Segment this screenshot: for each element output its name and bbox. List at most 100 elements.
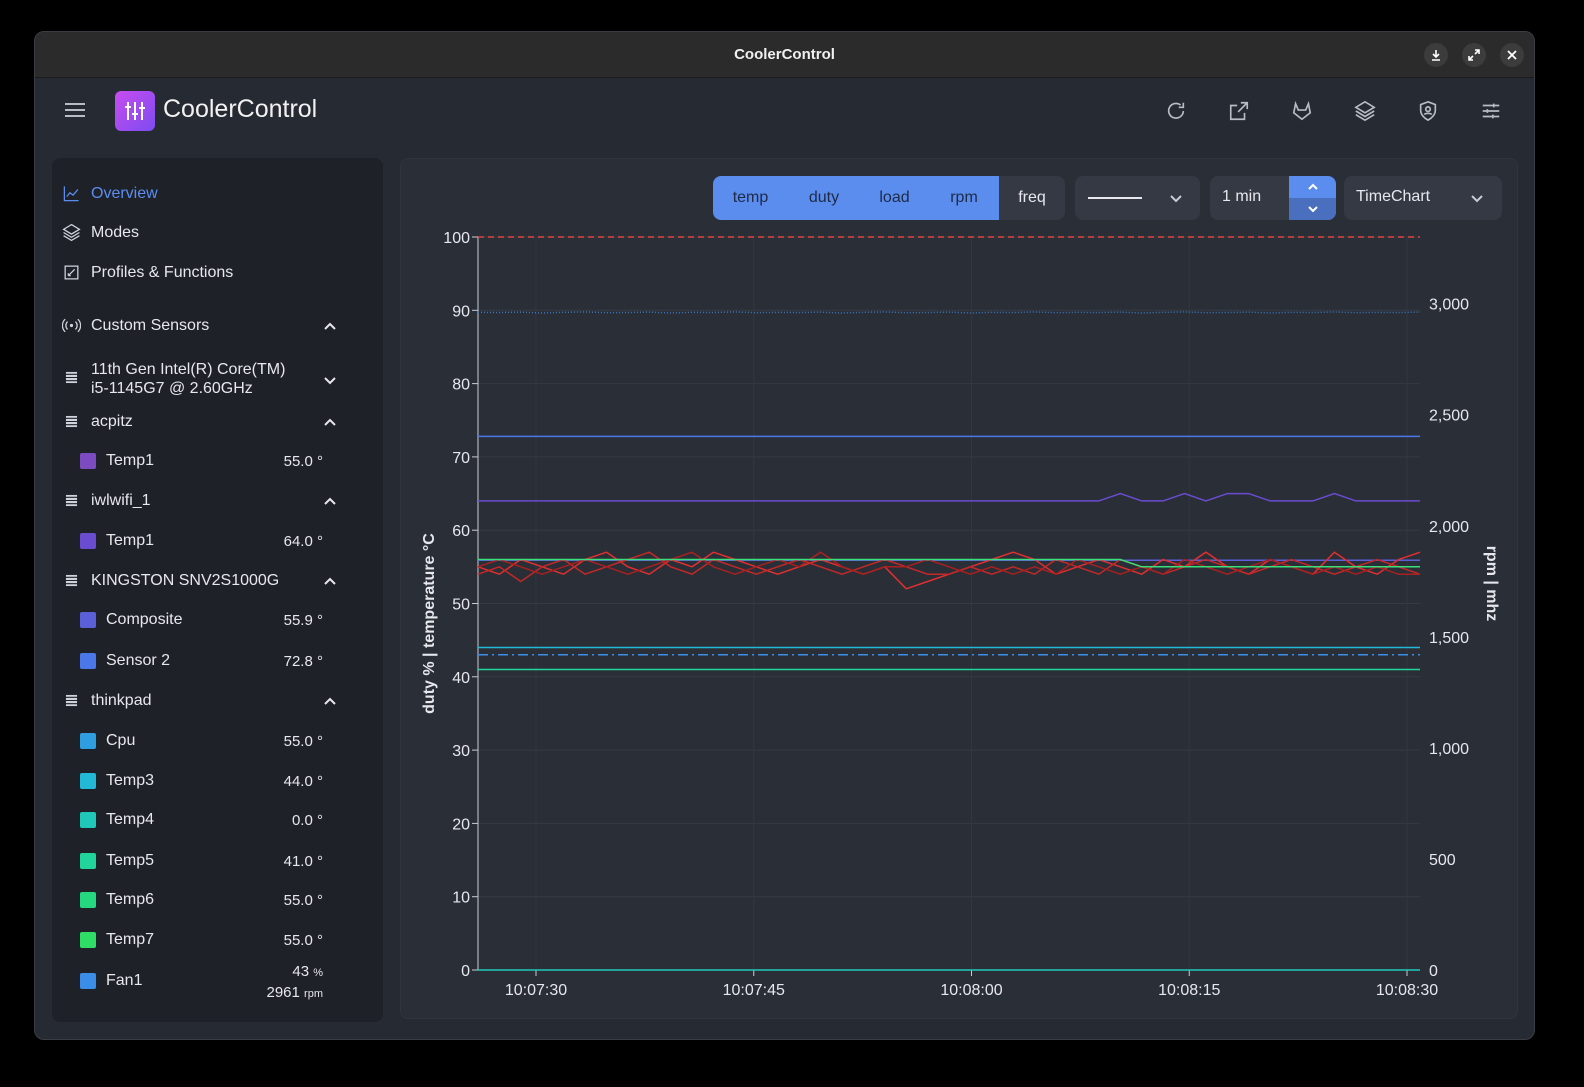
group-iwlwifi[interactable]: iwlwifi_1	[62, 491, 337, 510]
header-actions	[1163, 98, 1504, 124]
sensor-color-swatch[interactable]	[80, 853, 96, 869]
x-tick-label: 10:07:30	[505, 982, 567, 999]
sensor-row[interactable]: Cpu 55.0 °	[80, 732, 323, 750]
broadcast-icon	[62, 318, 81, 333]
y-right-tick-label: 1,500	[1429, 630, 1469, 647]
sensor-color-swatch[interactable]	[80, 533, 96, 549]
time-chart: 10090807060504030201003,0002,5002,0001,5…	[421, 230, 1500, 999]
x-tick-label: 10:08:30	[1376, 982, 1438, 999]
sliders-logo-icon	[125, 102, 145, 120]
sensor-color-swatch[interactable]	[80, 773, 96, 789]
sensor-row[interactable]: Temp4 0.0 °	[80, 811, 323, 829]
group-acpitz[interactable]: acpitz	[62, 412, 337, 431]
chevron-up-icon[interactable]	[323, 319, 337, 333]
x-tick-label: 10:08:15	[1158, 982, 1220, 999]
y-right-tick-label: 2,500	[1429, 408, 1469, 425]
sensor-value: 55.0 °	[283, 452, 323, 470]
group-intel-cpu-label-line1: 11th Gen Intel(R) Core(TM)	[91, 361, 286, 378]
nav-overview[interactable]: Overview	[62, 184, 158, 203]
sensor-name: Temp1	[106, 452, 155, 469]
chevron-up-icon[interactable]	[323, 694, 337, 708]
group-custom-sensors[interactable]: Custom Sensors	[62, 316, 337, 335]
window-title: CoolerControl	[734, 46, 835, 63]
shield-icon	[1419, 100, 1437, 122]
y-left-tick-label: 50	[452, 597, 470, 614]
sensor-color-swatch[interactable]	[80, 932, 96, 948]
sensor-row[interactable]: Temp3 44.0 °	[80, 772, 323, 790]
access-protection-button[interactable]	[1415, 98, 1441, 124]
sensor-name: Cpu	[106, 732, 136, 749]
open-external-button[interactable]	[1226, 98, 1252, 124]
sensor-color-swatch[interactable]	[80, 612, 96, 628]
y-right-tick-label: 1,000	[1429, 741, 1469, 758]
chevron-up-icon[interactable]	[323, 574, 337, 588]
gitlab-button[interactable]	[1289, 98, 1315, 124]
sensor-row[interactable]: Temp5 41.0 °	[80, 852, 323, 870]
group-kingston[interactable]: KINGSTON SNV2S1000G	[62, 571, 337, 590]
sensor-name: Temp1	[106, 532, 155, 549]
sensor-color-swatch[interactable]	[80, 733, 96, 749]
sensor-color-swatch[interactable]	[80, 453, 96, 469]
group-thinkpad[interactable]: thinkpad	[62, 691, 337, 710]
sensor-name: Temp4	[106, 811, 155, 828]
y-left-tick-label: 0	[461, 963, 470, 980]
maximize-icon	[1468, 49, 1480, 61]
fan-duty-value: 43	[292, 963, 310, 980]
group-intel-cpu-label-line2: i5-1145G7 @ 2.60GHz	[91, 380, 253, 397]
maximize-button[interactable]	[1462, 43, 1486, 67]
chevron-up-icon[interactable]	[323, 494, 337, 508]
close-button[interactable]	[1500, 43, 1524, 67]
app-window: CoolerControl CoolerControl Overview Mod…	[34, 31, 1535, 1040]
refresh-button[interactable]	[1163, 98, 1189, 124]
sensor-value: 72.8 °	[283, 652, 323, 670]
chevron-up-icon[interactable]	[323, 415, 337, 429]
y-left-tick-label: 90	[452, 303, 470, 320]
minimize-button[interactable]	[1424, 43, 1448, 67]
y-right-axis-title: rpm | mhz	[1483, 546, 1500, 622]
title-bar: CoolerControl	[35, 32, 1534, 78]
y-left-tick-label: 60	[452, 523, 470, 540]
sensor-value: 41.0 °	[283, 852, 323, 870]
group-intel-cpu[interactable]: 11th Gen Intel(R) Core(TM) i5-1145G7 @ 2…	[62, 360, 337, 398]
sensor-row[interactable]: Temp1 55.0 °	[80, 452, 323, 470]
fan-values: 43 % 2961 rpm	[267, 962, 324, 1004]
sensor-row[interactable]: Temp1 64.0 °	[80, 532, 323, 550]
window-controls	[1424, 43, 1524, 67]
y-right-tick-label: 0	[1429, 963, 1438, 980]
chevron-down-icon[interactable]	[323, 373, 337, 387]
sensor-name: Temp3	[106, 772, 155, 789]
open-external-icon	[1229, 101, 1249, 121]
fan-row[interactable]: Fan1 43 % 2961 rpm	[80, 963, 323, 1001]
y-left-tick-label: 20	[452, 816, 470, 833]
nav-profiles-functions[interactable]: Profiles & Functions	[62, 263, 233, 282]
fan-color-swatch[interactable]	[80, 973, 96, 989]
menu-icon[interactable]	[65, 102, 85, 118]
settings-button[interactable]	[1478, 98, 1504, 124]
layers-icon	[1354, 100, 1376, 122]
layers-icon	[62, 223, 81, 242]
sensor-name: Temp5	[106, 852, 155, 869]
nav-modes[interactable]: Modes	[62, 223, 139, 242]
sensor-name: Temp7	[106, 931, 155, 948]
group-kingston-label: KINGSTON SNV2S1000G	[91, 571, 280, 589]
y-right-tick-label: 3,000	[1429, 297, 1469, 314]
sensor-row[interactable]: Composite 55.9 °	[80, 611, 323, 629]
sensor-row[interactable]: Sensor 2 72.8 °	[80, 652, 323, 670]
fan-name: Fan1	[106, 972, 143, 989]
series-line	[478, 492, 1420, 502]
sensor-row[interactable]: Temp7 55.0 °	[80, 931, 323, 949]
sensor-row[interactable]: Temp6 55.0 °	[80, 891, 323, 909]
settings-sliders-icon	[1482, 103, 1500, 119]
chart-panel: temp duty load rpm freq 1 min TimeChart	[400, 158, 1518, 1019]
sensor-color-swatch[interactable]	[80, 892, 96, 908]
app-header: CoolerControl	[35, 78, 1534, 142]
sensor-color-swatch[interactable]	[80, 812, 96, 828]
y-left-tick-label: 80	[452, 377, 470, 394]
sensor-color-swatch[interactable]	[80, 653, 96, 669]
layers-button[interactable]	[1352, 98, 1378, 124]
y-left-tick-label: 10	[452, 890, 470, 907]
fan-rpm-unit: rpm	[304, 988, 323, 1000]
chip-icon	[63, 494, 80, 507]
chip-icon	[63, 415, 80, 428]
y-left-tick-label: 70	[452, 450, 470, 467]
